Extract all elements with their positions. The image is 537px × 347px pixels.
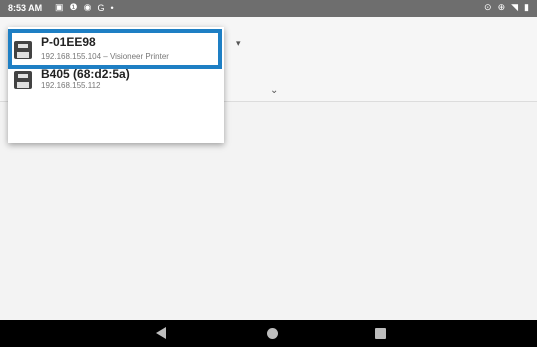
status-left-icons: ▣ ❶ ◉ G • <box>55 2 114 13</box>
status-right-icons: ⊙ ⊕ ◥ ▮ <box>484 2 529 13</box>
vibrate-icon: ⊕ <box>497 2 506 12</box>
back-icon[interactable] <box>156 327 166 339</box>
battery-icon: ▮ <box>524 2 529 12</box>
navigation-bar <box>0 320 537 347</box>
printer-item[interactable]: P-01EE98 192.168.155.104 – Visioneer Pri… <box>8 31 224 71</box>
printer-icon <box>14 71 32 89</box>
chevron-down-icon[interactable]: ▾ <box>236 38 241 49</box>
recents-icon[interactable] <box>375 328 386 339</box>
image-icon: ▣ <box>55 2 64 12</box>
info-icon: ❶ <box>69 2 78 12</box>
google-icon: G <box>97 2 105 13</box>
chevron-down-icon[interactable]: ⌄ <box>270 85 278 96</box>
printer-icon <box>14 41 32 59</box>
printer-name: P-01EE98 <box>41 35 96 49</box>
status-time: 8:53 AM <box>8 3 43 13</box>
status-bar: 8:53 AM ▣ ❶ ◉ G • ⊙ ⊕ ◥ ▮ <box>0 0 537 17</box>
wifi-icon: ◥ <box>511 2 519 12</box>
printer-dropdown: P-01EE98 192.168.155.104 – Visioneer Pri… <box>8 27 224 143</box>
location-icon: ◉ <box>83 2 92 12</box>
dot-icon: • <box>110 2 114 13</box>
printer-detail: 192.168.155.112 <box>41 81 101 90</box>
printer-name: B405 (68:d2:5a) <box>41 67 130 81</box>
printer-item[interactable]: B405 (68:d2:5a) 192.168.155.112 <box>8 67 224 109</box>
printer-detail: 192.168.155.104 – Visioneer Printer <box>41 52 169 61</box>
home-icon[interactable] <box>267 328 278 339</box>
location-pin-icon: ⊙ <box>484 2 492 12</box>
